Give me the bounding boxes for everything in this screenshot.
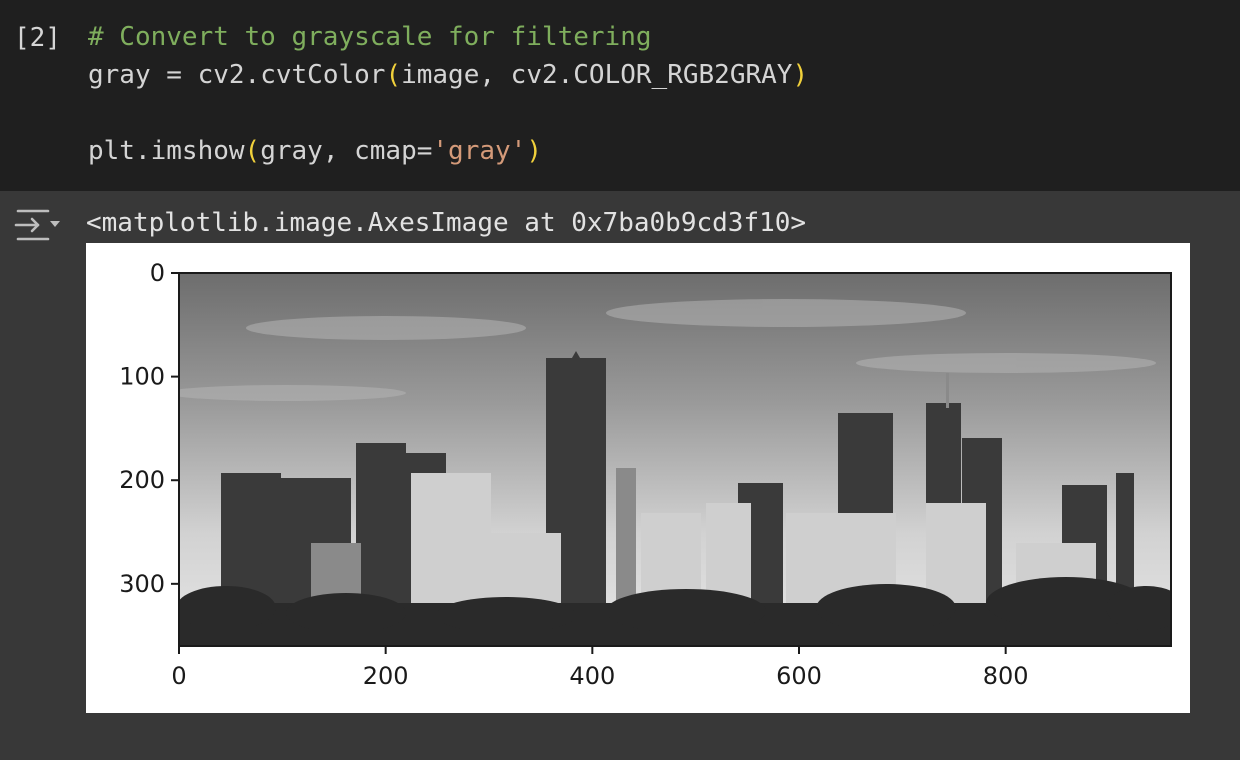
x-tick-label: 200: [363, 662, 409, 690]
output-toggle-icon[interactable]: [14, 205, 62, 245]
y-tick-label: 100: [119, 363, 165, 391]
code-cell[interactable]: [2] # Convert to grayscale for filtering…: [0, 0, 1240, 191]
code-paren-open: (: [385, 60, 402, 90]
code-args: image, cv2.COLOR_RGB2GRAY: [401, 60, 793, 90]
code-paren-close: ): [526, 136, 542, 166]
code-function: plt.imshow: [88, 136, 245, 166]
code-function: cv2.cvtColor: [197, 60, 386, 90]
matplotlib-figure: 0 100 200 300 0 200 400 600 800: [86, 243, 1190, 713]
x-tick-label: 800: [983, 662, 1029, 690]
output-repr-text: <matplotlib.image.AxesImage at 0x7ba0b9c…: [86, 208, 807, 238]
x-tick-label: 600: [776, 662, 822, 690]
code-line-2: gray = cv2.cvtColor(image, cv2.COLOR_RGB…: [88, 56, 808, 94]
output-area: <matplotlib.image.AxesImage at 0x7ba0b9c…: [0, 191, 1240, 760]
grayscale-image: [179, 273, 1171, 646]
code-string: 'gray': [432, 136, 527, 166]
y-tick-label: 0: [150, 259, 165, 287]
code-args: gray, cmap=: [260, 136, 433, 166]
y-tick-label: 300: [119, 570, 165, 598]
execution-count: [2]: [14, 23, 61, 53]
plot-svg: 0 100 200 300 0 200 400 600 800: [119, 259, 1172, 690]
code-editor[interactable]: # Convert to grayscale for filtering gra…: [88, 18, 808, 170]
code-operator: =: [150, 60, 198, 90]
y-tick-label: 200: [119, 466, 165, 494]
code-line-4: plt.imshow(gray, cmap='gray'): [88, 132, 808, 170]
x-tick-label: 400: [569, 662, 615, 690]
code-comment: # Convert to grayscale for filtering: [88, 22, 652, 52]
code-paren-close: ): [792, 60, 809, 90]
x-tick-label: 0: [171, 662, 186, 690]
code-paren-open: (: [244, 136, 261, 166]
x-axis: 0 200 400 600 800: [171, 646, 1029, 690]
y-axis: 0 100 200 300: [119, 259, 179, 598]
code-line-1: # Convert to grayscale for filtering: [88, 18, 808, 56]
code-variable: gray: [88, 60, 151, 90]
